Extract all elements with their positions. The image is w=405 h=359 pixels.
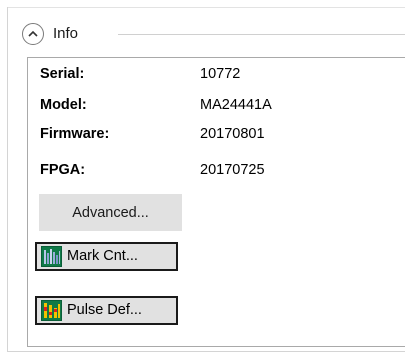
- info-row-model: Model: MA24441A: [28, 95, 405, 115]
- mark-count-icon: [41, 246, 62, 267]
- info-row-serial: Serial: 10772: [28, 64, 405, 84]
- info-row-fpga: FPGA: 20170725: [28, 160, 405, 180]
- chevron-up-icon: [28, 30, 38, 37]
- info-content-panel: Serial: 10772 Model: MA24441A Firmware: …: [27, 57, 405, 347]
- panel-bottom-border: [7, 351, 405, 352]
- info-panel-root: Info Serial: 10772 Model: MA24441A Firmw…: [0, 0, 405, 359]
- mark-cnt-button[interactable]: Mark Cnt...: [35, 242, 178, 271]
- mark-cnt-label: Mark Cnt...: [67, 248, 138, 264]
- group-header-divider: [118, 34, 405, 35]
- fpga-value: 20170725: [200, 162, 265, 178]
- info-group-title: Info: [53, 25, 79, 42]
- serial-value: 10772: [200, 66, 241, 82]
- collapse-info-button[interactable]: [22, 23, 44, 45]
- model-label: Model:: [40, 97, 87, 113]
- advanced-button[interactable]: Advanced...: [39, 194, 182, 231]
- pulse-def-button[interactable]: Pulse Def...: [35, 296, 178, 325]
- model-value: MA24441A: [200, 97, 272, 113]
- pulse-definition-icon: [41, 300, 62, 321]
- panel-left-border: [7, 7, 8, 352]
- panel-top-border: [7, 7, 405, 8]
- serial-label: Serial:: [40, 66, 85, 82]
- firmware-value: 20170801: [200, 126, 265, 142]
- firmware-label: Firmware:: [40, 126, 110, 142]
- pulse-def-label: Pulse Def...: [67, 302, 142, 318]
- fpga-label: FPGA:: [40, 162, 86, 178]
- info-row-firmware: Firmware: 20170801: [28, 124, 405, 144]
